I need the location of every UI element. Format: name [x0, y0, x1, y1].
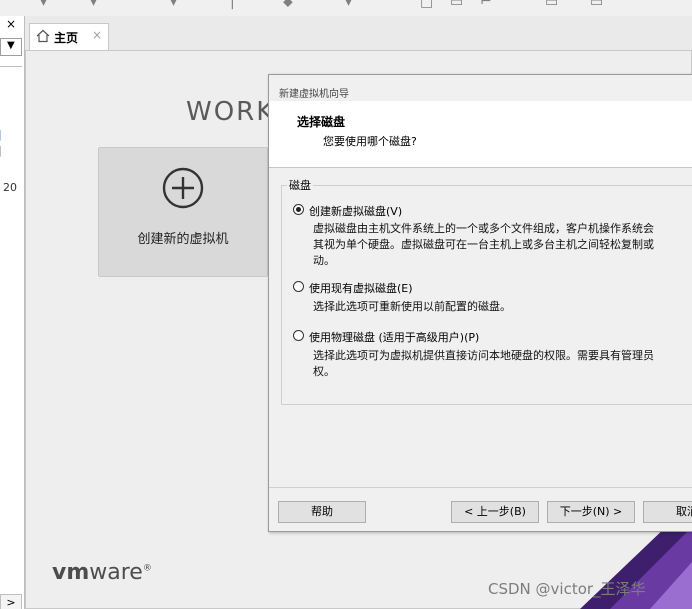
tab-home-label: 主页 — [54, 31, 79, 45]
option-description: 选择此选项可重新使用以前配置的磁盘。 — [313, 300, 511, 313]
step-subheading: 您要使用哪个磁盘? — [323, 135, 417, 148]
vmware-workstation-window: ▾ ▾ ▾ | ⬥ ▾ □ ▭ ⌐ ▭ ▭ × ▼ | | 20 > 主页 × — [0, 0, 692, 609]
toolbar-button-icon[interactable]: ▾ — [170, 0, 177, 10]
library-close-button[interactable]: × — [6, 17, 16, 31]
dialog-title: 新建虚拟机向导 — [279, 89, 349, 100]
new-vm-wizard-dialog: 新建虚拟机向导 选择磁盘 您要使用哪个磁盘? 磁盘 创建新虚拟磁盘(V) 虚拟磁… — [268, 74, 692, 532]
next-button[interactable]: 下一步(N) > — [547, 501, 635, 523]
library-item-fragment[interactable]: | — [0, 128, 2, 141]
toolbar-button-icon[interactable]: □ — [420, 0, 433, 10]
csdn-watermark: CSDN @victor_王泽华 — [488, 580, 646, 598]
library-item-fragment[interactable]: 20 — [3, 181, 17, 194]
option-label[interactable]: 使用现有虚拟磁盘(E) — [309, 280, 413, 296]
workstation-wordmark: WORK — [186, 97, 276, 127]
create-vm-label: 创建新的虚拟机 — [137, 232, 229, 247]
toolbar-button-icon[interactable]: ▾ — [40, 0, 47, 10]
library-divider — [0, 66, 22, 67]
tab-bar: 主页 × — [25, 16, 692, 51]
toolbar-separator-icon: | — [230, 0, 235, 10]
radio-selected-icon[interactable] — [293, 204, 304, 215]
radio-unselected-icon[interactable] — [293, 281, 304, 292]
create-vm-button[interactable]: 创建新的虚拟机 — [98, 147, 268, 277]
toolbar-button-icon[interactable]: ▾ — [90, 0, 97, 10]
back-button[interactable]: < 上一步(B) — [451, 501, 539, 523]
dialog-header: 选择磁盘 您要使用哪个磁盘? — [269, 101, 692, 168]
radio-unselected-icon[interactable] — [293, 330, 304, 341]
scroll-right-button[interactable]: > — [0, 594, 22, 609]
toolbar: ▾ ▾ ▾ | ⬥ ▾ □ ▭ ⌐ ▭ ▭ — [0, 0, 692, 17]
chevron-down-icon[interactable]: ▼ — [7, 40, 15, 51]
option-description: 选择此选项可为虚拟机提供直接访问本地硬盘的权限。需要具有管理员 — [313, 349, 654, 362]
option-description: 其视为单个硬盘。虚拟磁盘可在一台主机上或多台主机之间轻松复制或 — [313, 238, 654, 251]
toolbar-button-icon[interactable]: ▾ — [345, 0, 352, 10]
library-item-fragment[interactable]: | — [0, 144, 2, 157]
library-panel: × ▼ | | 20 > — [0, 16, 25, 609]
footer-divider — [269, 487, 692, 488]
option-label[interactable]: 创建新虚拟磁盘(V) — [309, 203, 402, 219]
option-description: 权。 — [313, 365, 335, 378]
disk-group-label: 磁盘 — [287, 177, 313, 193]
option-label[interactable]: 使用物理磁盘 (适用于高级用户)(P) — [309, 329, 479, 345]
toolbar-button-icon[interactable]: ⬥ — [283, 0, 293, 10]
step-heading: 选择磁盘 — [297, 115, 346, 129]
home-icon — [36, 29, 50, 43]
toolbar-button-icon[interactable]: ▭ — [450, 0, 463, 10]
option-description: 虚拟磁盘由主机文件系统上的一个或多个文件组成，客户机操作系统会 — [313, 222, 654, 235]
tab-close-icon[interactable]: × — [92, 28, 102, 42]
option-description: 动。 — [313, 254, 335, 267]
cancel-button[interactable]: 取消 — [643, 501, 692, 523]
tab-home[interactable]: 主页 × — [29, 23, 109, 50]
vmware-logo: vmware® — [52, 560, 152, 585]
toolbar-button-icon[interactable]: ⌐ — [480, 0, 492, 10]
plus-circle-icon — [162, 167, 204, 209]
toolbar-button-icon[interactable]: ▭ — [545, 0, 558, 10]
help-button[interactable]: 帮助 — [278, 501, 366, 523]
toolbar-button-icon[interactable]: ▭ — [590, 0, 603, 10]
library-search-combo[interactable]: ▼ — [0, 38, 22, 56]
